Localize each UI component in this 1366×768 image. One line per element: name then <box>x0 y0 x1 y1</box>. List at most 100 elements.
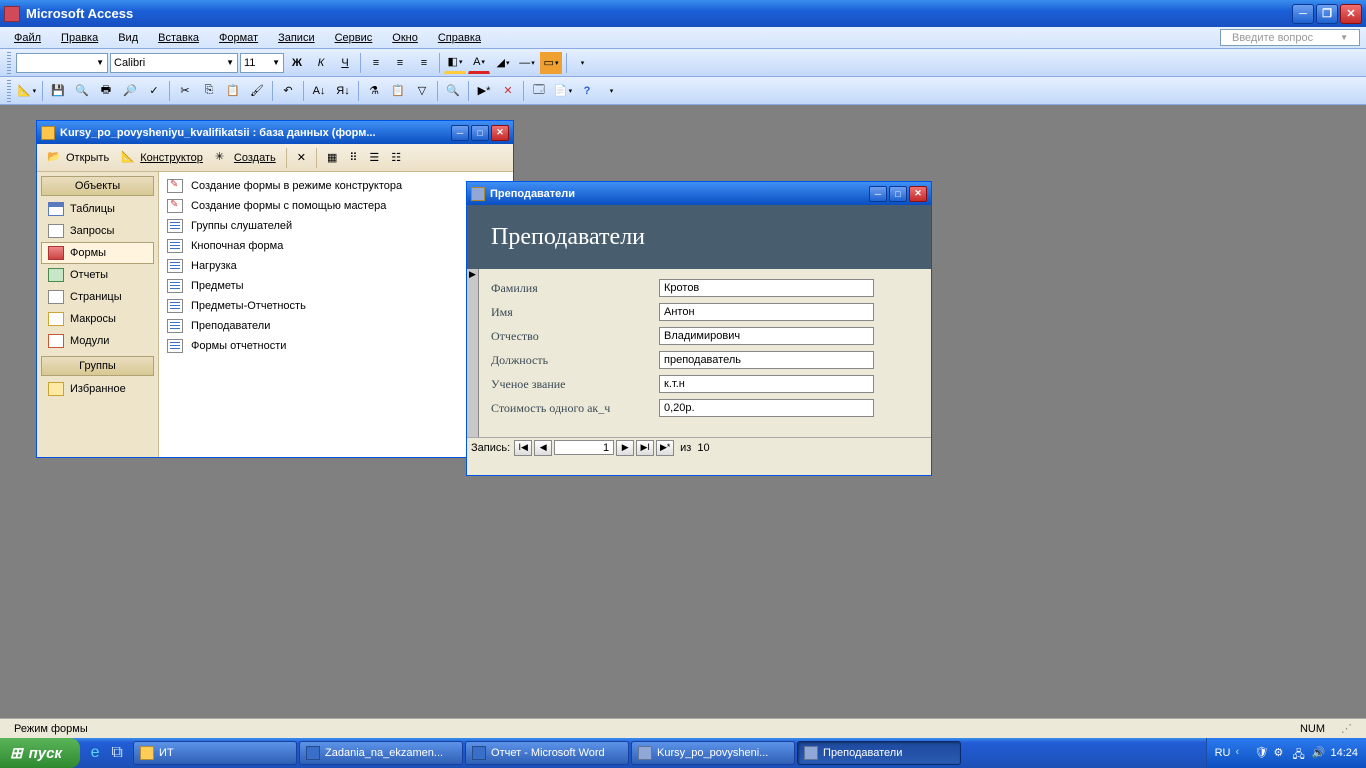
toggle-filter-button[interactable]: ▽ <box>411 80 433 102</box>
menu-window[interactable]: Окно <box>384 30 426 46</box>
toolbar-grip[interactable] <box>7 52 11 74</box>
db-nav-item[interactable]: Таблицы <box>41 198 154 220</box>
db-small-icons-button[interactable]: ⠿ <box>345 149 361 166</box>
db-window-button[interactable]: 🗔 <box>528 80 550 102</box>
db-list-item[interactable]: Создание формы в режиме конструктора <box>163 176 509 196</box>
form-close-button[interactable]: ✕ <box>909 186 927 202</box>
format-painter-button[interactable]: 🖌 <box>246 80 268 102</box>
db-nav-item[interactable]: Отчеты <box>41 264 154 286</box>
form-titlebar[interactable]: Преподаватели ─ □ ✕ <box>467 182 931 205</box>
menu-view[interactable]: Вид <box>110 30 146 46</box>
db-list-item[interactable]: Кнопочная форма <box>163 236 509 256</box>
db-list-button[interactable]: ☰ <box>365 149 383 166</box>
print-button[interactable]: 🖶 <box>95 80 117 102</box>
file-search-button[interactable]: 🔍 <box>71 80 93 102</box>
align-center-button[interactable]: ≡ <box>389 52 411 74</box>
underline-button[interactable]: Ч <box>334 52 356 74</box>
db-list-item[interactable]: Предметы-Отчетность <box>163 296 509 316</box>
db-titlebar[interactable]: Kursy_po_povysheniyu_kvalifikatsii : баз… <box>37 121 513 144</box>
db-list-item[interactable]: Предметы <box>163 276 509 296</box>
tray-shield-icon[interactable]: 🛡 <box>1254 746 1268 760</box>
db-maximize-button[interactable]: □ <box>471 125 489 141</box>
db-nav-item[interactable]: Модули <box>41 330 154 352</box>
recnav-current-input[interactable] <box>554 440 614 455</box>
filter-form-button[interactable]: 📋 <box>387 80 409 102</box>
ql-ie-icon[interactable]: e <box>84 741 106 765</box>
form-maximize-button[interactable]: □ <box>889 186 907 202</box>
close-button[interactable]: ✕ <box>1340 4 1362 24</box>
font-color-button[interactable]: A▾ <box>468 52 490 74</box>
db-nav-item[interactable]: Запросы <box>41 220 154 242</box>
paste-button[interactable]: 📋 <box>222 80 244 102</box>
sort-desc-button[interactable]: Я↓ <box>332 80 354 102</box>
taskbar-task[interactable]: Zadania_na_ekzamen... <box>299 741 463 765</box>
tray-volume-icon[interactable]: 🔊 <box>1311 746 1325 760</box>
db-nav-item[interactable]: Страницы <box>41 286 154 308</box>
field-input[interactable] <box>659 351 874 369</box>
delete-record-button[interactable]: ✕ <box>497 80 519 102</box>
find-button[interactable]: 🔍 <box>442 80 464 102</box>
db-close-button[interactable]: ✕ <box>491 125 509 141</box>
cut-button[interactable]: ✂ <box>174 80 196 102</box>
db-nav-item[interactable]: Макросы <box>41 308 154 330</box>
form-minimize-button[interactable]: ─ <box>869 186 887 202</box>
db-nav-item[interactable]: Формы <box>41 242 154 264</box>
special-effect-button[interactable]: ▭▾ <box>540 52 562 74</box>
new-object-button[interactable]: 📄▾ <box>552 80 574 102</box>
db-minimize-button[interactable]: ─ <box>451 125 469 141</box>
db-details-button[interactable]: ☷ <box>387 149 405 166</box>
menu-file[interactable]: Файл <box>6 30 49 46</box>
field-input[interactable] <box>659 375 874 393</box>
taskbar-task[interactable]: Преподаватели <box>797 741 961 765</box>
db-large-icons-button[interactable]: ▦ <box>323 149 341 166</box>
filter-selection-button[interactable]: ⚗ <box>363 80 385 102</box>
db-create-button[interactable]: ✳Создать <box>211 148 280 168</box>
system-tray[interactable]: RU ‹ 🛡 ⚙ 🖧 🔊 14:24 <box>1206 738 1366 768</box>
toolbar-options-button[interactable]: ▾ <box>600 80 622 102</box>
tray-chevron-icon[interactable]: ‹ <box>1235 746 1249 760</box>
align-left-button[interactable]: ≡ <box>365 52 387 74</box>
line-width-button[interactable]: —▾ <box>516 52 538 74</box>
view-button[interactable]: 📐▾ <box>16 80 38 102</box>
db-list-item[interactable]: Нагрузка <box>163 256 509 276</box>
ql-desktop-icon[interactable]: ⧉ <box>106 741 128 765</box>
recnav-last-button[interactable]: ▶I <box>636 440 654 456</box>
db-list-item[interactable]: Создание формы с помощью мастера <box>163 196 509 216</box>
db-list-item[interactable]: Группы слушателей <box>163 216 509 236</box>
tray-network-icon[interactable]: 🖧 <box>1292 746 1306 760</box>
italic-button[interactable]: К <box>310 52 332 74</box>
db-design-button[interactable]: 📐Конструктор <box>117 148 207 168</box>
start-button[interactable]: ⊞ пуск <box>0 738 80 768</box>
taskbar-task[interactable]: Отчет - Microsoft Word <box>465 741 629 765</box>
taskbar-task[interactable]: Kursy_po_povysheni... <box>631 741 795 765</box>
db-list-item[interactable]: Формы отчетности <box>163 336 509 356</box>
line-color-button[interactable]: ◢▾ <box>492 52 514 74</box>
bold-button[interactable]: Ж <box>286 52 308 74</box>
db-list-item[interactable]: Преподаватели <box>163 316 509 336</box>
copy-button[interactable]: ⎘ <box>198 80 220 102</box>
menu-insert[interactable]: Вставка <box>150 30 207 46</box>
fill-color-button[interactable]: ◧▾ <box>444 52 466 74</box>
db-delete-button[interactable]: ✕ <box>293 149 310 166</box>
tray-updates-icon[interactable]: ⚙ <box>1273 746 1287 760</box>
field-input[interactable] <box>659 399 874 417</box>
font-size-selector[interactable]: 11▼ <box>240 53 284 73</box>
new-record-button[interactable]: ▶* <box>473 80 495 102</box>
menu-edit[interactable]: Правка <box>53 30 106 46</box>
spelling-button[interactable]: ✓ <box>143 80 165 102</box>
taskbar-task[interactable]: ИТ <box>133 741 297 765</box>
menu-format[interactable]: Формат <box>211 30 266 46</box>
db-open-button[interactable]: 📂Открыть <box>43 148 113 168</box>
db-nav-favorites[interactable]: Избранное <box>41 378 154 400</box>
recnav-prev-button[interactable]: ◀ <box>534 440 552 456</box>
print-preview-button[interactable]: 🔎 <box>119 80 141 102</box>
field-input[interactable] <box>659 279 874 297</box>
help-button[interactable]: ? <box>576 80 598 102</box>
recnav-first-button[interactable]: I◀ <box>514 440 532 456</box>
toolbar-options-button[interactable]: ▾ <box>571 52 593 74</box>
tray-lang[interactable]: RU <box>1215 747 1231 759</box>
tray-clock[interactable]: 14:24 <box>1330 747 1358 759</box>
font-selector[interactable]: Calibri▼ <box>110 53 238 73</box>
menu-help[interactable]: Справка <box>430 30 489 46</box>
field-input[interactable] <box>659 327 874 345</box>
